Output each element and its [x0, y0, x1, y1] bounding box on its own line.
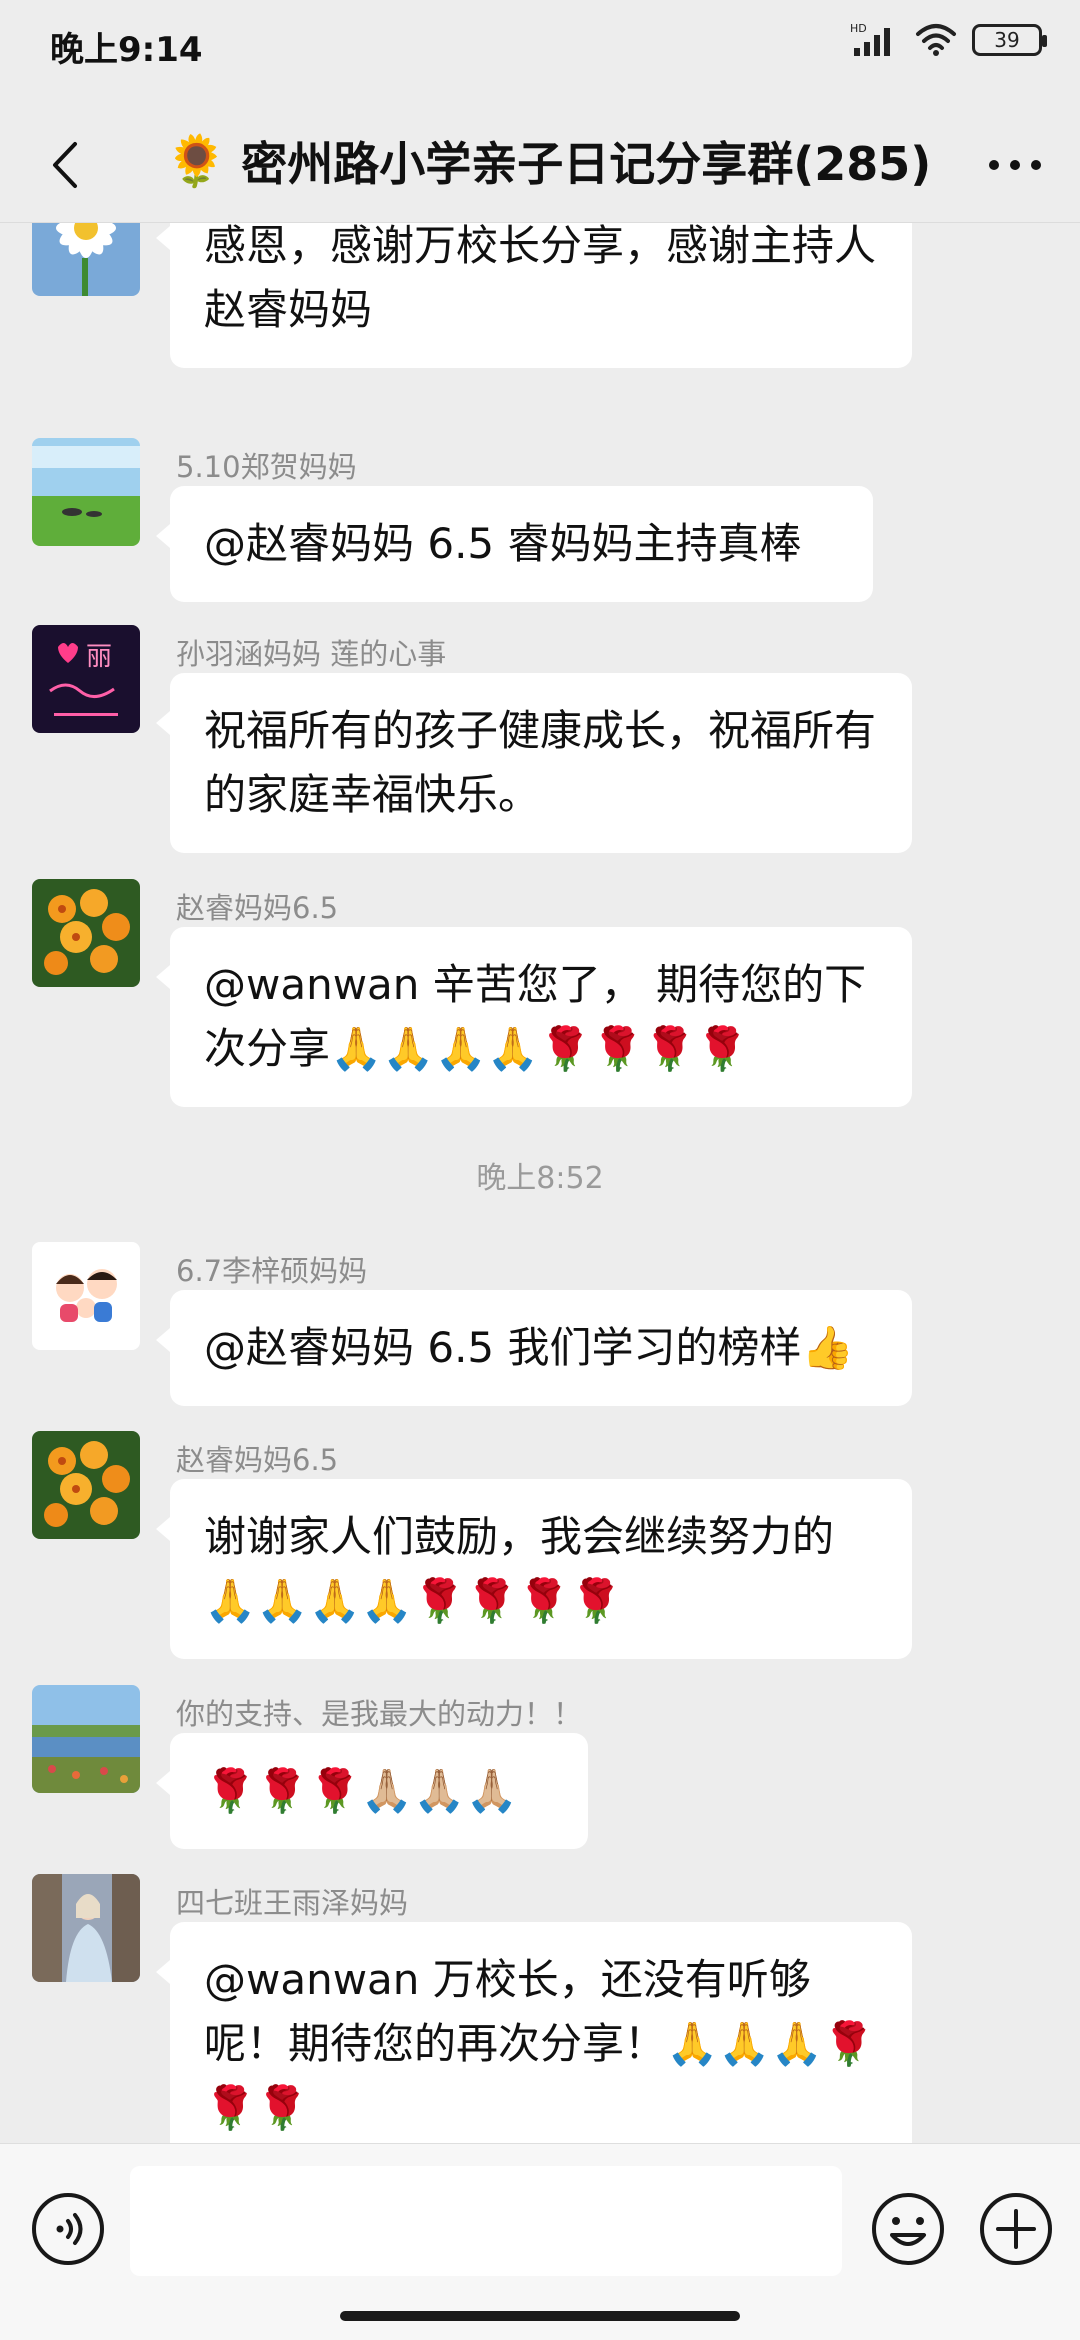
chat-header: 🌻 密州路小学亲子日记分享群(285) — [0, 110, 1080, 220]
message-bubble[interactable]: 感恩，感谢万校长分享，感谢主持人赵睿妈妈 — [156, 223, 912, 368]
hd-label: HD — [850, 22, 867, 35]
battery-icon: 39 — [972, 24, 1047, 56]
message-bubble[interactable]: @赵睿妈妈 6.5 睿妈妈主持真棒 — [156, 486, 873, 602]
home-indicator[interactable] — [340, 2311, 740, 2321]
plus-button[interactable] — [978, 2191, 1054, 2267]
message-bubble[interactable]: 祝福所有的孩子健康成长，祝福所有的家庭幸福快乐。 — [156, 673, 912, 853]
sender-name: 赵睿妈妈6.5 — [176, 891, 339, 925]
portrait-avatar-icon — [32, 1874, 140, 1982]
group-title: 密州路小学亲子日记分享群(285) — [241, 137, 932, 191]
avatar[interactable]: 丽 — [32, 625, 140, 733]
avatar[interactable] — [32, 1242, 140, 1350]
chat-title: 🌻 密州路小学亲子日记分享群(285) — [165, 128, 931, 194]
grassland-avatar-icon — [32, 438, 140, 546]
input-bar — [0, 2143, 1080, 2340]
status-bar: 晚上9:14 HD 39 — [0, 0, 1080, 90]
sender-name: 6.7李梓硕妈妈 — [176, 1254, 368, 1288]
message-input[interactable] — [130, 2166, 842, 2276]
emoji-button[interactable] — [870, 2191, 946, 2267]
wifi-icon — [916, 24, 956, 56]
back-button[interactable] — [30, 130, 100, 200]
time-separator: 晚上8:52 — [476, 1161, 604, 1196]
message-bubble[interactable]: 🌹🌹🌹🙏🏼🙏🏼🙏🏼 — [156, 1733, 588, 1849]
message-bubble[interactable]: @wanwan 万校长，还没有听够呢！期待您的再次分享！🙏🙏🙏🌹🌹🌹 — [156, 1922, 912, 2143]
voice-icon — [32, 2193, 104, 2265]
lake-avatar-icon — [32, 1685, 140, 1793]
neon-avatar-icon: 丽 — [32, 625, 140, 733]
more-button[interactable] — [980, 140, 1050, 190]
avatar[interactable] — [32, 1431, 140, 1539]
smiley-icon — [872, 2193, 944, 2265]
flower-avatar-icon — [32, 1431, 140, 1539]
sunflower-icon: 🌻 — [165, 132, 228, 190]
message-list[interactable]: 感恩，感谢万校长分享，感谢主持人赵睿妈妈 5.10郑贺妈妈 @赵睿妈妈 6.5 … — [0, 223, 1080, 2143]
svg-text:丽: 丽 — [86, 642, 112, 672]
avatar[interactable] — [32, 1685, 140, 1793]
more-dots-icon — [989, 160, 1041, 170]
avatar[interactable] — [32, 1874, 140, 1982]
sender-name: 孙羽涵妈妈 莲的心事 — [176, 637, 447, 671]
sender-name: 四七班王雨泽妈妈 — [176, 1886, 409, 1920]
avatar[interactable] — [32, 879, 140, 987]
sender-name: 赵睿妈妈6.5 — [176, 1443, 339, 1477]
message-bubble[interactable]: 谢谢家人们鼓励，我会继续努力的🙏🙏🙏🙏🌹🌹🌹🌹 — [156, 1479, 912, 1659]
flower-avatar-icon — [32, 879, 140, 987]
voice-button[interactable] — [30, 2191, 106, 2267]
cartoon-family-avatar-icon — [32, 1242, 140, 1350]
signal-icon: HD — [850, 22, 890, 56]
sender-name: 你的支持、是我最大的动力！！ — [176, 1697, 583, 1731]
sender-name: 5.10郑贺妈妈 — [176, 450, 357, 484]
status-time: 晚上9:14 — [50, 30, 203, 70]
chevron-left-icon — [53, 142, 77, 188]
daisy-avatar-icon — [32, 223, 140, 296]
status-icons: HD 39 — [850, 22, 1047, 58]
message-bubble[interactable]: @赵睿妈妈 6.5 我们学习的榜样👍 — [156, 1290, 912, 1406]
message-bubble[interactable]: @wanwan 辛苦您了， 期待您的下次分享🙏🙏🙏🙏🌹🌹🌹🌹 — [156, 927, 912, 1107]
chat-screen: 晚上9:14 HD 39 🌻 密州路小学亲子日记分享群(285) 感恩，感谢万校… — [0, 0, 1080, 2340]
plus-icon — [980, 2193, 1052, 2265]
avatar[interactable] — [32, 438, 140, 546]
avatar[interactable] — [32, 223, 140, 296]
